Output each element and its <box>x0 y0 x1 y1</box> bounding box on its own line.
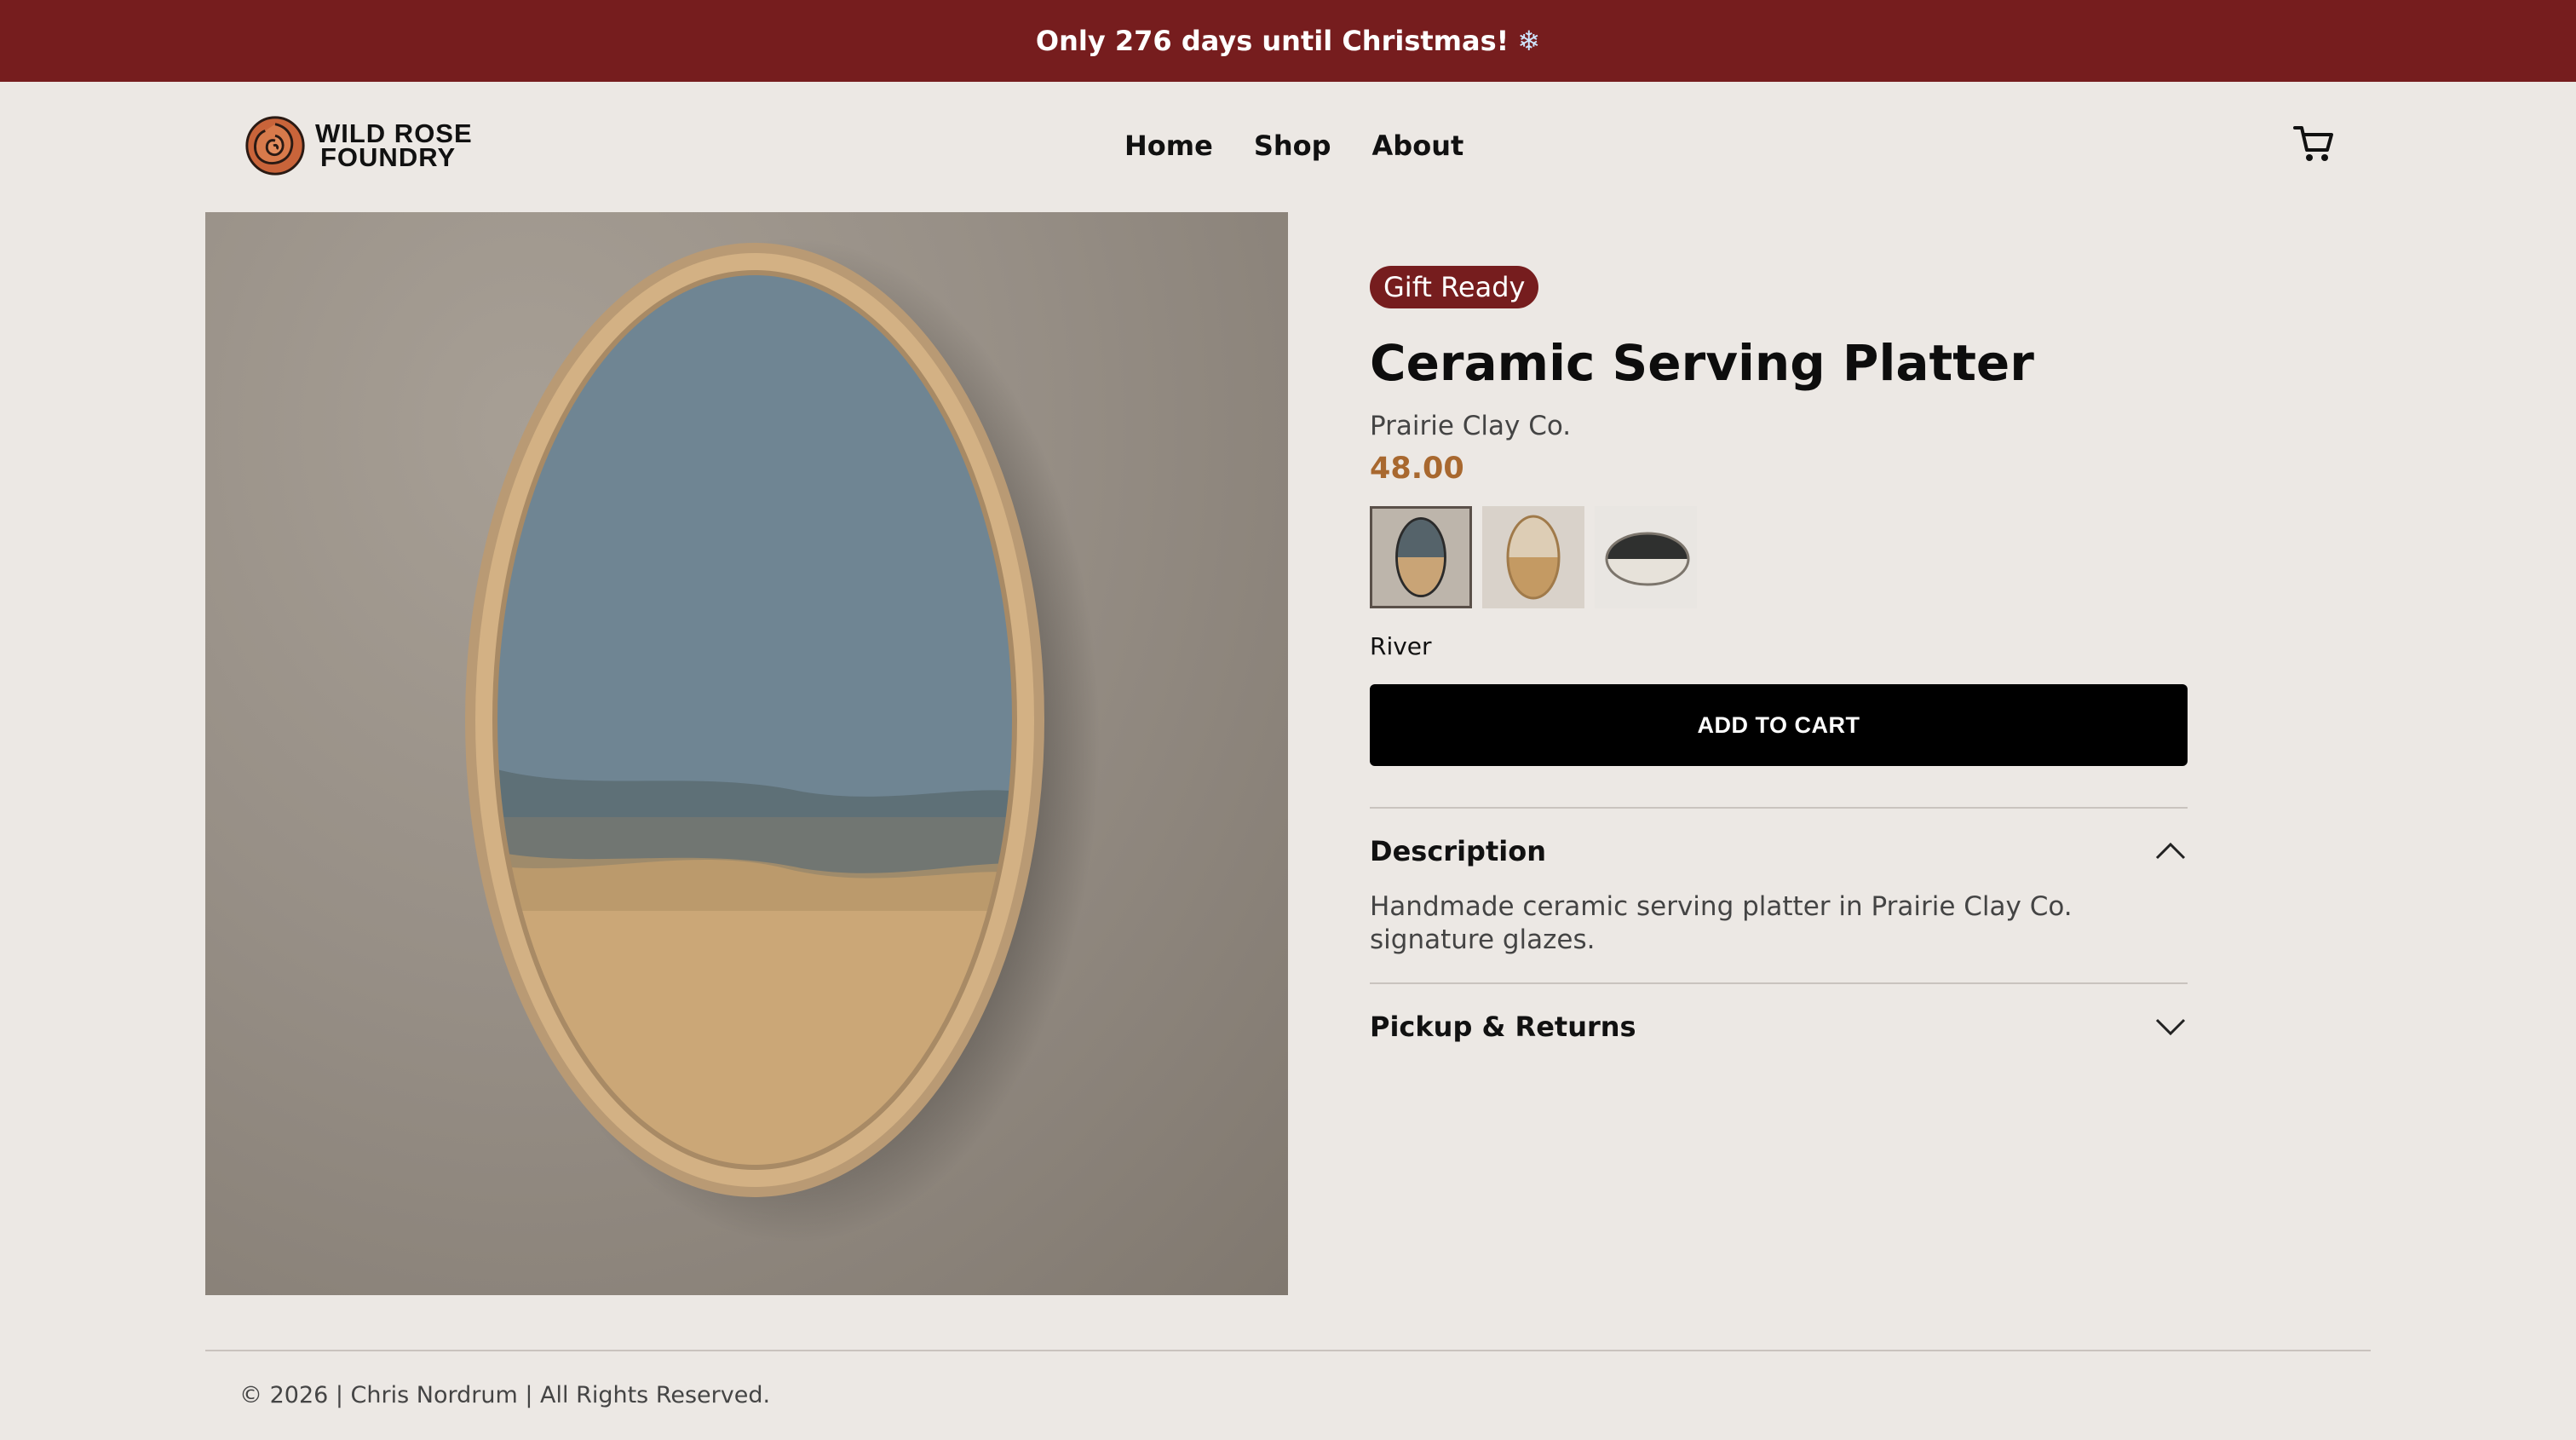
nav-about[interactable]: About <box>1372 130 1464 162</box>
product-title: Ceramic Serving Platter <box>1370 334 2034 392</box>
variant-swatch-sand[interactable] <box>1482 506 1584 608</box>
sand-swatch-image <box>1482 506 1584 608</box>
river-swatch-image <box>1372 509 1469 606</box>
pickup-returns-toggle[interactable]: Pickup & Returns <box>1370 984 2188 1069</box>
gift-ready-badge: Gift Ready <box>1370 266 1539 308</box>
brand-logo[interactable]: WILD ROSE FOUNDRY <box>242 112 473 179</box>
announcement-bar: Only 276 days until Christmas! ❄ <box>0 0 2576 82</box>
footer-copyright: © 2026 | Chris Nordrum | All Rights Rese… <box>239 1382 771 1408</box>
announcement-text: Only 276 days until Christmas! <box>1035 25 1509 57</box>
chevron-up-icon <box>2155 842 2186 860</box>
description-text: Handmade ceramic serving platter in Prai… <box>1370 891 2073 955</box>
description-toggle[interactable]: Description <box>1370 809 2188 894</box>
nav-home[interactable]: Home <box>1124 130 1213 162</box>
add-to-cart-button[interactable]: ADD TO CART <box>1370 684 2188 766</box>
product-vendor[interactable]: Prairie Clay Co. <box>1370 411 2188 441</box>
platter-illustration <box>465 238 1100 1243</box>
site-header: WILD ROSE FOUNDRY Home Shop About <box>0 82 2576 210</box>
pickup-returns-accordion: Pickup & Returns <box>1370 982 2188 1069</box>
main-nav: Home Shop About <box>1124 130 1463 162</box>
variant-swatches <box>1370 506 2188 608</box>
variant-swatch-charcoal[interactable] <box>1595 506 1697 608</box>
variant-swatch-river[interactable] <box>1370 506 1472 608</box>
nav-shop[interactable]: Shop <box>1254 130 1331 162</box>
cart-icon[interactable] <box>2291 121 2336 165</box>
snowflake-icon: ❄ <box>1517 25 1541 57</box>
brand-name: WILD ROSE FOUNDRY <box>315 120 473 172</box>
chevron-down-icon <box>2155 1018 2186 1036</box>
footer-divider <box>205 1350 2371 1351</box>
charcoal-swatch-image <box>1595 506 1697 608</box>
description-title: Description <box>1370 835 1546 867</box>
selected-variant-label: River <box>1370 632 1432 660</box>
product-price: 48.00 <box>1370 452 1464 486</box>
brand-line-2: FOUNDRY <box>320 142 457 172</box>
description-accordion: Description Handmade ceramic serving pla… <box>1370 807 2188 982</box>
product-image <box>205 212 1288 1295</box>
rose-icon <box>245 116 305 176</box>
pickup-returns-title: Pickup & Returns <box>1370 1011 1636 1043</box>
product-info: Gift Ready Ceramic Serving Platter Prair… <box>1370 266 2188 1069</box>
